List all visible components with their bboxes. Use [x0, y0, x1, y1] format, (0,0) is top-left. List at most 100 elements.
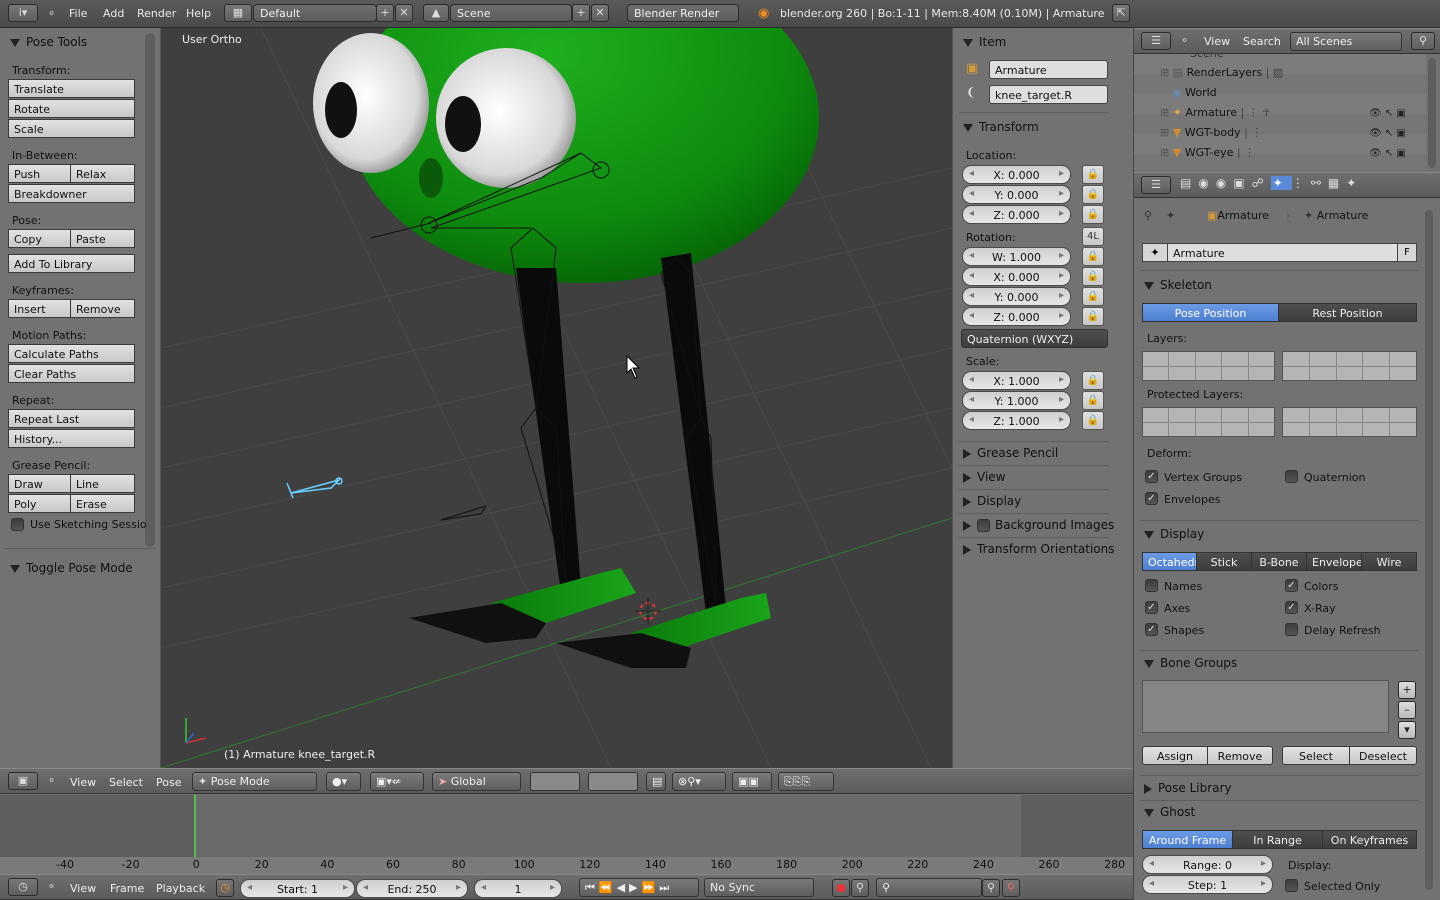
assign-button[interactable]: Assign	[1142, 746, 1208, 765]
gp-erase-button[interactable]: Erase	[70, 494, 135, 513]
location-z-field[interactable]: Z: 0.000	[962, 205, 1071, 224]
rotation-z-field[interactable]: Z: 0.000	[962, 307, 1071, 326]
on-keyframes-button[interactable]: On Keyframes	[1322, 830, 1417, 849]
colors-checkbox[interactable]: ✓	[1285, 579, 1298, 592]
delay-refresh-checkbox[interactable]	[1285, 623, 1298, 636]
timeline-collapse-icon[interactable]: ⚬	[47, 880, 56, 893]
3d-select-menu[interactable]: Select	[109, 776, 143, 789]
pose-tools-header[interactable]: Pose Tools	[10, 35, 87, 49]
3d-editor-type-icon[interactable]: ▣	[8, 772, 38, 790]
render-icons[interactable]: ▣▣	[732, 772, 772, 791]
3d-viewport[interactable]: User Ortho (1) Armature knee_target.R	[161, 28, 952, 768]
copy-pose-button[interactable]: Copy	[8, 229, 71, 248]
menu-add[interactable]: Add	[103, 7, 124, 20]
bone-groups-list[interactable]	[1142, 680, 1389, 733]
knee-target-bone-left[interactable]	[440, 505, 488, 521]
shapes-checkbox[interactable]: ✓	[1145, 623, 1158, 636]
location-x-field[interactable]: X: 0.000	[962, 165, 1071, 184]
outliner-scrollbar[interactable]	[1428, 58, 1436, 168]
sketching-checkbox[interactable]	[11, 518, 24, 531]
remove-button[interactable]: Remove	[1207, 746, 1273, 765]
rotation-x-field[interactable]: X: 0.000	[962, 267, 1071, 286]
protected-layers-grid-right[interactable]	[1282, 407, 1417, 437]
object-name-field[interactable]: Armature	[989, 60, 1108, 79]
outliner-row-wgt-eye[interactable]: ⊞ ▼ WGT-eye | ⋮	[1160, 146, 1255, 166]
start-frame-field[interactable]: Start: 1	[240, 879, 355, 898]
playback-controls-icons[interactable]: ⏮⏪◀▶⏩⏭	[579, 878, 699, 897]
layers-grid-left[interactable]	[1142, 351, 1275, 381]
axes-checkbox[interactable]: ✓	[1145, 601, 1158, 614]
bone-name-field[interactable]: knee_target.R	[989, 85, 1108, 104]
view-header[interactable]: View	[963, 470, 1005, 484]
transform-orientation-select[interactable]: ➤ Global	[432, 772, 521, 791]
scale-button[interactable]: Scale	[8, 119, 135, 138]
keying-set-field[interactable]: ⚲	[876, 878, 982, 897]
current-frame-field[interactable]: 1	[474, 879, 562, 898]
wgt-eye-visibility-icons[interactable]: 👁 ↖ ▣	[1369, 148, 1406, 159]
layer-buttons-right[interactable]	[588, 772, 638, 791]
current-frame-marker[interactable]	[194, 795, 196, 863]
rest-position-button[interactable]: Rest Position	[1278, 303, 1417, 322]
add-scene-icon[interactable]: +	[572, 4, 590, 22]
lock-layers-icon[interactable]: ▤	[646, 772, 666, 791]
lock-rotation-x-icon[interactable]: 🔒	[1082, 267, 1104, 286]
outliner-row-renderlayers[interactable]: ⊞ ▤ RenderLayers | ▨	[1160, 66, 1283, 86]
ghost-range-field[interactable]: Range: 0	[1142, 855, 1273, 874]
item-header[interactable]: Item	[963, 35, 1006, 49]
envelopes-checkbox[interactable]: ✓	[1145, 492, 1158, 505]
outliner-row-world[interactable]: ◉ World	[1172, 86, 1217, 106]
breakdowner-button[interactable]: Breakdowner	[8, 184, 135, 203]
remove-screen-icon[interactable]: ✕	[395, 4, 413, 22]
fake-user-button[interactable]: F	[1397, 243, 1417, 262]
wire-button[interactable]: Wire	[1361, 552, 1417, 571]
3d-view-menu[interactable]: View	[70, 776, 96, 789]
rotation-w-field[interactable]: W: 1.000	[962, 247, 1071, 266]
xray-checkbox[interactable]: ✓	[1285, 601, 1298, 614]
scale-x-field[interactable]: X: 1.000	[962, 371, 1071, 390]
add-screen-icon[interactable]: +	[376, 4, 394, 22]
paste-pose-button[interactable]: Paste	[70, 229, 135, 248]
timeline-playback-menu[interactable]: Playback	[156, 882, 205, 895]
bbone-button[interactable]: B-Bone	[1251, 552, 1307, 571]
lock-scale-x-icon[interactable]: 🔒	[1082, 371, 1104, 390]
menu-render[interactable]: Render	[137, 7, 176, 20]
grease-pencil-header[interactable]: Grease Pencil	[963, 446, 1058, 460]
pose-position-button[interactable]: Pose Position	[1142, 303, 1279, 322]
layer-buttons-left[interactable]	[530, 772, 580, 791]
selected-knee-target-bone[interactable]	[286, 477, 343, 499]
delete-keyframe-icon[interactable]: ⚲	[1002, 879, 1020, 897]
gp-poly-button[interactable]: Poly	[8, 494, 71, 513]
mode-select[interactable]: ✦ Pose Mode	[192, 772, 317, 791]
outliner-search-icon[interactable]: ⚲	[1411, 32, 1435, 50]
end-frame-field[interactable]: End: 250	[356, 879, 468, 898]
scene-icon[interactable]: ▲	[423, 4, 449, 22]
display-section-header[interactable]: Display	[1144, 527, 1204, 541]
scale-z-field[interactable]: Z: 1.000	[962, 411, 1071, 430]
3d-pose-menu[interactable]: Pose	[156, 776, 181, 789]
armature-data-name-field[interactable]: Armature	[1167, 243, 1398, 262]
scene-field[interactable]: Scene	[450, 4, 572, 22]
lock-scale-y-icon[interactable]: 🔒	[1082, 391, 1104, 410]
armature-data-icon[interactable]: ✦	[1142, 243, 1168, 262]
wgt-body-visibility-icons[interactable]: 👁 ↖ ▣	[1369, 128, 1406, 139]
timeline-frame-menu[interactable]: Frame	[110, 882, 144, 895]
insert-keyframe-icon[interactable]: ⚲	[982, 879, 1000, 897]
outliner-collapse-icon[interactable]: ⚬	[1180, 34, 1189, 47]
select-button[interactable]: Select	[1282, 746, 1350, 765]
outliner-search-menu[interactable]: Search	[1243, 35, 1281, 48]
outliner-row-armature[interactable]: ⊞ ✦ Armature | ⋮ ☥	[1160, 106, 1271, 126]
translate-button[interactable]: Translate	[8, 79, 135, 98]
around-frame-button[interactable]: Around Frame	[1142, 830, 1233, 849]
preview-range-icon[interactable]: ◷	[216, 879, 234, 897]
bone-group-menu-icon[interactable]: ▾	[1398, 721, 1416, 739]
keying-icon[interactable]: ⚲	[851, 879, 869, 897]
lock-rotation-y-icon[interactable]: 🔒	[1082, 287, 1104, 306]
add-to-library-button[interactable]: Add To Library	[8, 254, 135, 273]
repeat-last-button[interactable]: Repeat Last	[8, 409, 135, 428]
protected-layers-grid-left[interactable]	[1142, 407, 1275, 437]
rotate-button[interactable]: Rotate	[8, 99, 135, 118]
vertex-groups-checkbox[interactable]: ✓	[1145, 470, 1158, 483]
properties-context-tabs[interactable]: ▤◉◉▣☍ ✦ ⋮⚯▦✦	[1180, 176, 1404, 195]
remove-bone-group-icon[interactable]: –	[1398, 701, 1416, 719]
lock-scale-z-icon[interactable]: 🔒	[1082, 411, 1104, 430]
